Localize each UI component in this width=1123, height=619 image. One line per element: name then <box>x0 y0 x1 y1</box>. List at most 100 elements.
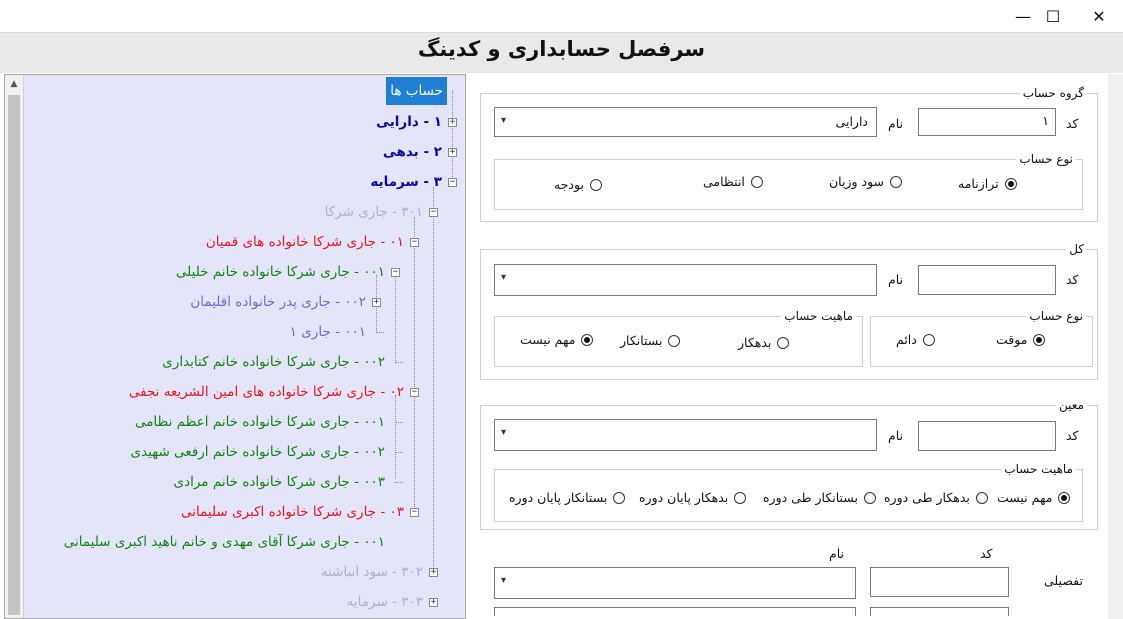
accounts-tree[interactable]: ▲ حساب ها ۱ - دارایی + ۲ - بدهی + ۳ - سر… <box>4 74 466 619</box>
collapse-minus-icon[interactable]: − <box>410 508 419 517</box>
radio-budget[interactable]: بودجه <box>554 177 602 192</box>
radio-dot-icon <box>922 333 935 346</box>
tafsili-name-header: نام <box>829 546 845 561</box>
expand-plus-icon[interactable]: + <box>448 148 457 157</box>
account-group-legend: گروه حساب <box>1022 86 1084 100</box>
radio-permanent[interactable]: دائم <box>896 332 935 347</box>
collapse-minus-icon[interactable]: − <box>391 268 400 277</box>
scroll-thumb[interactable] <box>8 95 20 615</box>
maximize-button[interactable]: ☐ <box>1030 0 1076 32</box>
radio-dot-icon <box>734 491 747 504</box>
tree-node-qomian[interactable]: ۰۱ - جاری شرکا خانواده های قمیان <box>206 229 404 255</box>
tree-line <box>395 452 403 453</box>
tree-node-khalili[interactable]: ۰۰۱ - جاری شرکا خانواده خانم خلیلی <box>176 259 385 285</box>
kol-legend: کل <box>1069 242 1084 256</box>
radio-not-important[interactable]: مهم نیست <box>520 332 594 347</box>
collapse-minus-icon[interactable]: − <box>429 208 438 217</box>
kol-code-input[interactable] <box>918 265 1056 295</box>
tree-node-moradi[interactable]: ۰۰۳ - جاری شرکا خانواده خانم مرادی <box>174 469 385 495</box>
collapse-minus-icon[interactable]: − <box>410 388 419 397</box>
tree-node-eghlimian[interactable]: ۰۰۲ - جاری پدر خانواده اقلیمان <box>190 289 366 315</box>
tree-node-nezami[interactable]: ۰۰۱ - جاری شرکا خانواده خانم اعظم نظامی <box>135 409 385 435</box>
tree-line <box>395 422 403 423</box>
moin-code-input[interactable] <box>918 421 1056 451</box>
close-button[interactable]: ✕ <box>1076 0 1122 32</box>
tree-line <box>395 275 396 361</box>
group-name-label: نام <box>888 116 904 131</box>
group-name-combo[interactable]: دارایی ▾ <box>494 107 877 137</box>
radio-dot-icon <box>668 334 681 347</box>
kol-name-label: نام <box>888 272 904 287</box>
tree-node-root[interactable]: حساب ها <box>386 77 447 105</box>
radio-dot-icon <box>863 491 876 504</box>
tree-line <box>376 332 384 333</box>
kol-name-combo[interactable]: ▾ <box>494 264 877 296</box>
radio-dot-icon <box>975 491 988 504</box>
tree-line <box>433 187 434 577</box>
tafsili-code-header: کد <box>980 546 993 561</box>
moin-name-combo[interactable]: ▾ <box>494 419 877 451</box>
page-title: سرفصل حسابداری و کدینگ <box>417 37 706 61</box>
expand-plus-icon[interactable]: + <box>429 568 438 577</box>
moin-code-label: کد <box>1066 428 1079 443</box>
radio-creditor[interactable]: بستانکار <box>620 333 681 348</box>
collapse-minus-icon[interactable]: − <box>448 178 457 187</box>
tree-node-liabilities[interactable]: ۲ - بدهی <box>383 139 442 165</box>
group-code-input[interactable]: ۱ <box>918 108 1056 136</box>
expand-plus-icon[interactable]: + <box>429 598 438 607</box>
moin-name-label: نام <box>888 428 904 443</box>
radio-dot-icon <box>777 336 790 349</box>
radio-dot-icon <box>1058 491 1071 504</box>
kol-nature-legend: ماهیت حساب <box>784 309 853 323</box>
moin-legend: معین <box>1059 398 1084 412</box>
radio-disciplinary[interactable]: انتظامی <box>703 174 763 189</box>
tree-line <box>395 362 403 363</box>
tafsili-name-input-2[interactable] <box>494 607 856 616</box>
tafsili-name-combo[interactable]: ▾ <box>494 567 856 599</box>
radio-dot-icon <box>750 175 763 188</box>
expand-plus-icon[interactable]: + <box>372 298 381 307</box>
moin-nature-legend: ماهیت حساب <box>1004 462 1073 476</box>
tree-node-mahdi-nahid[interactable]: ۰۰۱ - جاری شرکا آقای مهدی و خانم ناهید ا… <box>64 529 385 555</box>
radio-debtor[interactable]: بدهکار <box>738 335 790 350</box>
group-type-legend: نوع حساب <box>1019 152 1073 166</box>
radio-profit-loss[interactable]: سود وزیان <box>829 174 903 189</box>
radio-temporary[interactable]: موقت <box>996 332 1046 347</box>
tafsili-code-input-2[interactable] <box>870 607 1009 616</box>
radio-balance-sheet[interactable]: ترازنامه <box>958 176 1017 191</box>
tree-line <box>395 482 403 483</box>
tree-node-equity[interactable]: ۳ - سرمایه <box>370 169 442 195</box>
collapse-minus-icon[interactable]: − <box>410 238 419 247</box>
tree-node-arfaee[interactable]: ۰۰۲ - جاری شرکا خانواده خانم ارفعی شهیدی <box>131 439 386 465</box>
tree-node-partners-current[interactable]: ۳۰۱ - جاری شرکا <box>325 199 423 225</box>
tree-node-akbari[interactable]: ۰۳ - جاری شرکا خانواده اکبری سلیمانی <box>181 499 404 525</box>
radio-debtor-during-period[interactable]: بدهکار طی دوره <box>884 490 988 505</box>
tree-node-capital[interactable]: ۳۰۳ - سرمایه <box>347 589 423 615</box>
tree-node-retained-earnings[interactable]: ۳۰۲ - سود انباشته <box>321 559 423 585</box>
tree-node-assets[interactable]: ۱ - دارایی <box>376 109 442 135</box>
tree-line <box>395 395 396 479</box>
tree-line <box>414 217 415 517</box>
form-header: سرفصل حسابداری و کدینگ <box>0 32 1123 73</box>
tafsili-code-input[interactable] <box>870 567 1009 597</box>
tree-node-ketabdari[interactable]: ۰۰۲ - جاری شرکا خانواده خانم کتابداری <box>162 349 385 375</box>
kol-type-legend: نوع حساب <box>1029 309 1083 323</box>
radio-dot-icon <box>581 333 594 346</box>
scroll-up-arrow-icon[interactable]: ▲ <box>5 75 23 93</box>
tree-scrollbar[interactable]: ▲ <box>5 75 24 618</box>
tree-node-jari-1[interactable]: ۰۰۱ - جاری ۱ <box>290 319 366 345</box>
tree-node-aminoshariee[interactable]: ۰۲ - جاری شرکا خانواده های امین الشریعه … <box>129 379 404 405</box>
radio-moin-not-important[interactable]: مهم نیست <box>997 490 1071 505</box>
radio-dot-icon <box>1033 333 1046 346</box>
radio-debtor-end-period[interactable]: بدهکار پایان دوره <box>639 490 747 505</box>
radio-dot-icon <box>890 175 903 188</box>
group-code-label: کد <box>1066 116 1079 131</box>
radio-creditor-end-period[interactable]: بستانکار پایان دوره <box>509 490 626 505</box>
radio-dot-icon <box>589 178 602 191</box>
radio-creditor-during-period[interactable]: بستانکار طی دوره <box>763 490 876 505</box>
expand-plus-icon[interactable]: + <box>448 118 457 127</box>
tree-line <box>452 91 453 183</box>
chevron-down-icon: ▾ <box>501 272 507 283</box>
details-scrollbar[interactable] <box>1108 74 1123 619</box>
chevron-down-icon: ▾ <box>501 427 507 438</box>
